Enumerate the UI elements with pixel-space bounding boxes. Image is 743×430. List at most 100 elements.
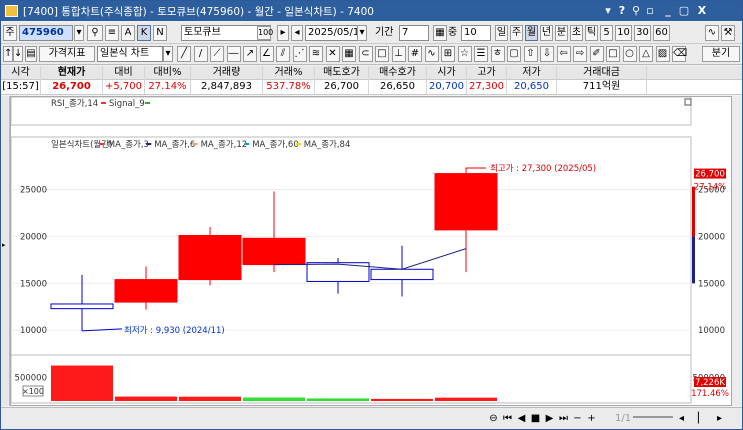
zoom-slider[interactable] bbox=[633, 416, 673, 418]
right-scroll-bar[interactable] bbox=[732, 96, 742, 406]
hash-tool-icon[interactable]: # bbox=[408, 46, 422, 62]
list-icon[interactable]: ≡ bbox=[105, 25, 119, 41]
chart-type-select[interactable]: 일본식 차트 bbox=[97, 46, 163, 62]
market-type-button[interactable]: 주 bbox=[3, 25, 17, 41]
square-tool-icon[interactable]: □ bbox=[606, 46, 620, 62]
circle-tool-icon[interactable]: ○ bbox=[622, 46, 637, 62]
angle-tool-icon[interactable]: ∠ bbox=[259, 46, 274, 62]
quote-header-cell: 매수호가 bbox=[369, 66, 427, 80]
volume-bar bbox=[307, 398, 369, 401]
minus-icon[interactable]: − bbox=[571, 412, 584, 426]
quote-header-cell: 대비 bbox=[103, 66, 145, 80]
quote-value-cell: 711억원 bbox=[557, 80, 647, 94]
interval-button[interactable]: 일 bbox=[495, 25, 508, 41]
minimize-button[interactable]: _ bbox=[661, 4, 675, 18]
wave-tool-icon[interactable]: ∿ bbox=[424, 46, 439, 62]
cross-tool-icon[interactable]: ✕ bbox=[325, 46, 340, 62]
left-collapse-bar[interactable]: ▸ bbox=[1, 96, 10, 406]
interval-button[interactable]: 30 bbox=[634, 25, 651, 41]
line-tool-icon[interactable]: ╱ bbox=[177, 46, 191, 62]
restore-small-icon[interactable]: ▫ bbox=[643, 4, 657, 18]
down-tool-icon[interactable]: ⇩ bbox=[540, 46, 554, 62]
right-tool-icon[interactable]: ⇨ bbox=[573, 46, 587, 62]
price-indicator-button[interactable]: 가격지표 bbox=[39, 46, 95, 62]
box-tool-icon[interactable]: ▢ bbox=[507, 46, 521, 62]
code-dropdown-icon[interactable]: ▾ bbox=[74, 25, 84, 41]
text-tool-icon[interactable]: ㅎ bbox=[490, 46, 505, 62]
scroll-left-icon[interactable]: ◂ bbox=[679, 412, 684, 426]
interval-button[interactable]: 월 bbox=[525, 25, 538, 41]
letter-a-button[interactable]: A bbox=[121, 25, 135, 41]
interval-button[interactable]: 10 bbox=[615, 25, 632, 41]
close-button[interactable]: X bbox=[695, 4, 709, 18]
expand-left-icon[interactable]: ▸ bbox=[2, 241, 6, 249]
up-tool-icon[interactable]: ⇧ bbox=[523, 46, 538, 62]
line-tool-icon[interactable]: ⟋ bbox=[210, 46, 224, 62]
left-tool-icon[interactable]: ⇦ bbox=[556, 46, 571, 62]
interval-button[interactable]: 년 bbox=[540, 25, 553, 41]
table-tool-icon[interactable]: ▦ bbox=[342, 46, 356, 62]
period-input[interactable]: 7 bbox=[399, 25, 429, 41]
interval-button[interactable]: 초 bbox=[570, 25, 583, 41]
scroll-track[interactable]: ▕ bbox=[691, 412, 699, 426]
stop-icon[interactable]: ■ bbox=[529, 412, 542, 426]
hline-tool-icon[interactable]: ― bbox=[226, 46, 241, 62]
color-tool-icon[interactable]: ▨ bbox=[655, 46, 670, 62]
line-tool-icon[interactable]: / bbox=[193, 46, 208, 62]
ray-tool-icon[interactable]: ↗ bbox=[243, 46, 257, 62]
stock-code-input[interactable]: 475960 bbox=[19, 25, 73, 41]
chart-area[interactable]: RSI_종가,14 Signal_9 일본식차트(월간) MA_종가,3 MA_종가,6… bbox=[10, 96, 732, 406]
interval-button[interactable]: 5 bbox=[600, 25, 613, 41]
arrow-up-icon[interactable]: ↑ bbox=[3, 46, 13, 62]
star-tool-icon[interactable]: ☆ bbox=[457, 46, 472, 62]
fib-tool-icon[interactable]: ≋ bbox=[309, 46, 323, 62]
date-dropdown-icon[interactable]: ▾ bbox=[357, 25, 367, 41]
last-icon[interactable]: ⏭ bbox=[557, 412, 570, 426]
fan-tool-icon[interactable]: ⋰ bbox=[292, 46, 307, 62]
y-tick-label-left: 10000 bbox=[20, 326, 47, 336]
wave-icon[interactable]: ∿ bbox=[705, 25, 719, 41]
date-input[interactable]: 2025/05/13 bbox=[305, 25, 363, 41]
ruler-tool-icon[interactable]: ⊥ bbox=[391, 46, 406, 62]
menu-down-icon[interactable]: ▾ bbox=[601, 4, 615, 18]
maximize-button[interactable]: ▢ bbox=[677, 4, 691, 18]
name-flag-badge: 100 bbox=[257, 26, 273, 40]
scroll-right-icon[interactable]: ▸ bbox=[717, 412, 722, 426]
first-icon[interactable]: ⏮ bbox=[501, 412, 514, 426]
back-icon[interactable]: ◀ bbox=[515, 412, 528, 426]
channel-tool-icon[interactable]: ⫽ bbox=[276, 46, 290, 62]
chart-type-dropdown-icon[interactable]: ▾ bbox=[163, 46, 173, 62]
letter-k-button[interactable]: K bbox=[137, 25, 151, 41]
volume-badge: 7,226K bbox=[695, 378, 725, 388]
rect-tool-icon[interactable]: □ bbox=[375, 46, 389, 62]
eraser-tool-icon[interactable]: ⌫ bbox=[672, 46, 687, 62]
search-icon[interactable]: ⚲ bbox=[87, 25, 103, 41]
list-tool-icon[interactable]: ☰ bbox=[474, 46, 488, 62]
rsi-legend-text: RSI_종가,14 bbox=[51, 99, 98, 109]
pin-icon[interactable]: ⚲ bbox=[629, 4, 643, 18]
settings-icon[interactable]: ⚒ bbox=[721, 25, 735, 41]
interval-button[interactable]: 틱 bbox=[585, 25, 598, 41]
cycle-tool-icon[interactable]: ⊂ bbox=[358, 46, 373, 62]
grid-icon[interactable]: ▦ bbox=[433, 25, 447, 41]
gann-tool-icon[interactable]: ⊞ bbox=[441, 46, 455, 62]
split-button[interactable]: 분기 bbox=[702, 46, 740, 62]
zoom-out-icon[interactable]: ⊖ bbox=[487, 412, 500, 426]
plus-icon[interactable]: + bbox=[585, 412, 598, 426]
help-icon[interactable]: ? bbox=[615, 4, 629, 18]
pin-tool-icon[interactable]: ✐ bbox=[589, 46, 604, 62]
chart-canvas[interactable]: RSI_종가,14 Signal_9일본식차트(월간)MA_종가,3 MA_종가,6… bbox=[10, 96, 731, 405]
letter-n-button[interactable]: N bbox=[153, 25, 167, 41]
interval-button[interactable]: 주 bbox=[510, 25, 523, 41]
signal-legend-swatch bbox=[145, 102, 150, 104]
prev-play-button[interactable]: ▸ bbox=[277, 25, 289, 41]
chart-icon[interactable]: ▤ bbox=[25, 46, 37, 62]
interval-button[interactable]: 분 bbox=[555, 25, 568, 41]
triangle-tool-icon[interactable]: △ bbox=[639, 46, 653, 62]
count-input[interactable]: 10 bbox=[461, 25, 491, 41]
arrow-down-icon[interactable]: ↓ bbox=[13, 46, 23, 62]
forward-icon[interactable]: ▶ bbox=[543, 412, 556, 426]
candle-body bbox=[114, 279, 178, 303]
back-button[interactable]: ◂ bbox=[291, 25, 303, 41]
interval-button[interactable]: 60 bbox=[653, 25, 670, 41]
